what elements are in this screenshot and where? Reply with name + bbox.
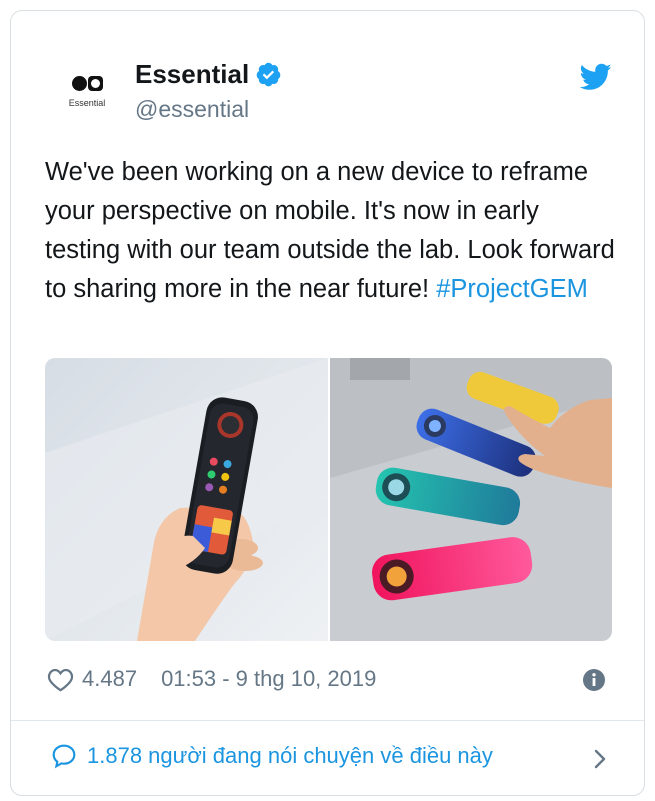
tweet-card: Essential Essential @essential We've bee… bbox=[10, 10, 645, 796]
author-handle[interactable]: @essential bbox=[135, 96, 249, 123]
media-photo-left[interactable] bbox=[45, 358, 328, 641]
hashtag-link[interactable]: #ProjectGEM bbox=[436, 275, 588, 303]
media-grid bbox=[45, 358, 612, 641]
conversation-label[interactable]: 1.878 người đang nói chuyện về điều này bbox=[87, 743, 493, 769]
heart-icon[interactable] bbox=[47, 667, 74, 692]
info-icon[interactable] bbox=[582, 668, 606, 692]
author-name[interactable]: Essential bbox=[135, 59, 249, 90]
twitter-bird-icon[interactable] bbox=[580, 63, 612, 91]
divider bbox=[11, 720, 644, 721]
conversation-link[interactable]: 1.878 người đang nói chuyện về điều này bbox=[51, 743, 493, 769]
media-photo-right[interactable] bbox=[330, 358, 612, 641]
tweet-meta: 4.487 01:53 - 9 thg 10, 2019 bbox=[47, 666, 376, 692]
reply-bubble-icon bbox=[52, 744, 76, 769]
logo-circle bbox=[72, 76, 87, 91]
logo-square bbox=[88, 76, 103, 91]
chevron-right-icon[interactable] bbox=[592, 748, 608, 770]
tweet-text: We've been working on a new device to re… bbox=[45, 153, 615, 309]
like-count[interactable]: 4.487 bbox=[82, 666, 137, 692]
timestamp[interactable]: 01:53 - 9 thg 10, 2019 bbox=[161, 666, 376, 692]
avatar[interactable]: Essential bbox=[57, 61, 117, 121]
author-name-row[interactable]: Essential bbox=[135, 59, 282, 90]
verified-icon bbox=[256, 62, 281, 87]
logo-text: Essential bbox=[68, 98, 106, 108]
